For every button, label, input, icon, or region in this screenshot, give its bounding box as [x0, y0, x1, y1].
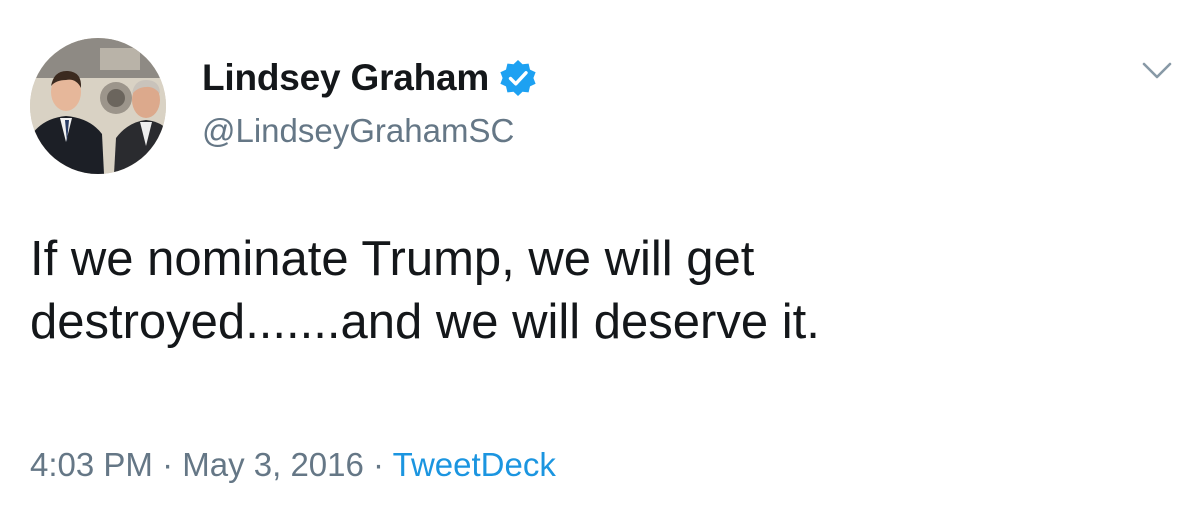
display-name[interactable]: Lindsey Graham — [202, 57, 489, 99]
meta-separator: · — [373, 446, 385, 483]
verified-badge-icon — [499, 59, 537, 97]
tweet-text-line: destroyed.......and we will deserve it. — [30, 295, 820, 349]
avatar[interactable] — [30, 38, 166, 174]
tweet-date[interactable]: May 3, 2016 — [182, 446, 364, 483]
chevron-down-icon[interactable] — [1140, 58, 1174, 82]
tweet-text: If we nominate Trump, we will get destro… — [30, 228, 1180, 354]
avatar-photo — [30, 38, 166, 174]
user-name-row[interactable]: Lindsey Graham — [202, 56, 537, 100]
tweet-meta: 4:03 PM · May 3, 2016 · TweetDeck — [30, 446, 556, 484]
tweet-source-link[interactable]: TweetDeck — [393, 446, 556, 483]
tweet-card: Lindsey Graham @LindseyGrahamSC If we no… — [0, 0, 1200, 532]
tweet-time[interactable]: 4:03 PM — [30, 446, 153, 483]
user-handle[interactable]: @LindseyGrahamSC — [202, 112, 514, 150]
tweet-text-line: If we nominate Trump, we will get — [30, 232, 755, 286]
meta-separator: · — [162, 446, 174, 483]
